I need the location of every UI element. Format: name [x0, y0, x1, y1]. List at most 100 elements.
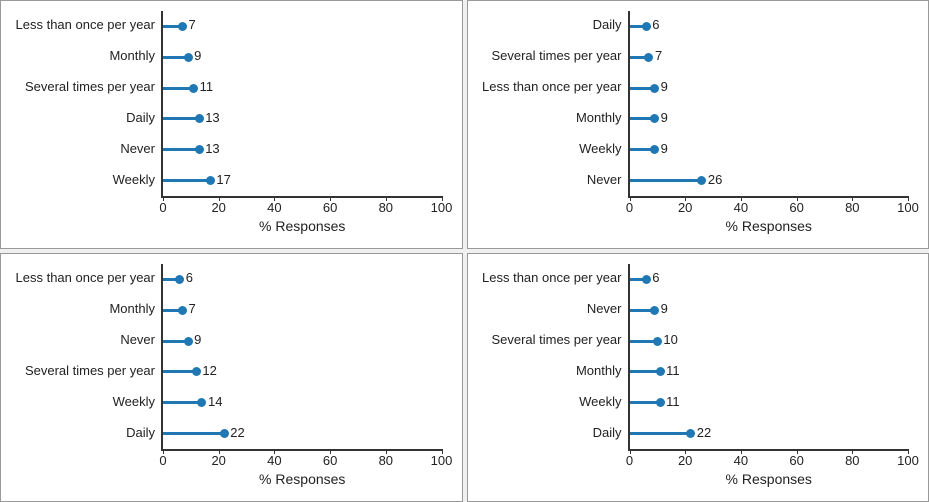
category-label: Daily — [593, 425, 622, 440]
value-label: 12 — [202, 363, 216, 378]
category-label: Never — [587, 172, 622, 187]
value-label: 13 — [205, 110, 219, 125]
x-tick-label: 100 — [431, 453, 453, 468]
x-tick-label: 100 — [431, 200, 453, 215]
category-label: Less than once per year — [16, 17, 155, 32]
lollipop-stem — [163, 117, 199, 120]
value-label: 9 — [661, 110, 668, 125]
value-label: 11 — [666, 394, 680, 409]
value-label: 22 — [230, 425, 244, 440]
chart-panel-3: % Responses 020406080100Less than once p… — [467, 253, 929, 502]
value-label: 9 — [194, 332, 201, 347]
lollipop-dot — [650, 306, 659, 315]
lollipop-dot — [178, 306, 187, 315]
x-tick-label: 0 — [159, 200, 166, 215]
category-label: Several times per year — [25, 363, 155, 378]
value-label: 22 — [697, 425, 711, 440]
x-tick-label: 20 — [211, 200, 225, 215]
x-tick-label: 80 — [379, 200, 393, 215]
x-tick-label: 80 — [379, 453, 393, 468]
category-label: Monthly — [109, 301, 155, 316]
plot-area: % Responses 020406080100Less than once p… — [628, 264, 909, 451]
value-label: 7 — [655, 48, 662, 63]
x-tick-label: 20 — [211, 453, 225, 468]
value-label: 17 — [216, 172, 230, 187]
category-label: Weekly — [579, 394, 621, 409]
category-label: Never — [120, 141, 155, 156]
lollipop-dot — [650, 114, 659, 123]
lollipop-dot — [656, 398, 665, 407]
value-label: 11 — [666, 363, 680, 378]
lollipop-dot — [197, 398, 206, 407]
category-label: Daily — [126, 425, 155, 440]
lollipop-stem — [163, 401, 202, 404]
lollipop-stem — [630, 432, 691, 435]
category-label: Less than once per year — [482, 270, 621, 285]
lollipop-stem — [630, 179, 702, 182]
category-label: Never — [120, 332, 155, 347]
lollipop-stem — [163, 179, 210, 182]
x-tick-label: 60 — [789, 453, 803, 468]
lollipop-dot — [644, 53, 653, 62]
x-tick-label: 0 — [626, 453, 633, 468]
lollipop-dot — [195, 114, 204, 123]
lollipop-dot — [192, 367, 201, 376]
lollipop-dot — [178, 22, 187, 31]
lollipop-dot — [184, 53, 193, 62]
x-tick-label: 60 — [789, 200, 803, 215]
lollipop-dot — [642, 275, 651, 284]
value-label: 9 — [661, 141, 668, 156]
value-label: 6 — [652, 270, 659, 285]
category-label: Daily — [126, 110, 155, 125]
lollipop-dot — [189, 84, 198, 93]
category-label: Monthly — [109, 48, 155, 63]
lollipop-dot — [206, 176, 215, 185]
category-label: Less than once per year — [482, 79, 621, 94]
lollipop-dot — [650, 145, 659, 154]
value-label: 14 — [208, 394, 222, 409]
x-tick-label: 100 — [897, 453, 919, 468]
lollipop-dot — [195, 145, 204, 154]
lollipop-dot — [220, 429, 229, 438]
x-tick-label: 60 — [323, 453, 337, 468]
x-tick-label: 80 — [845, 453, 859, 468]
x-tick-label: 40 — [267, 453, 281, 468]
value-label: 9 — [661, 79, 668, 94]
lollipop-dot — [642, 22, 651, 31]
value-label: 6 — [186, 270, 193, 285]
x-tick-label: 20 — [678, 453, 692, 468]
category-label: Weekly — [113, 394, 155, 409]
x-axis-label: % Responses — [259, 218, 345, 234]
lollipop-dot — [650, 84, 659, 93]
x-tick-label: 40 — [734, 200, 748, 215]
value-label: 6 — [652, 17, 659, 32]
category-label: Monthly — [576, 110, 622, 125]
value-label: 7 — [188, 301, 195, 316]
category-label: Never — [587, 301, 622, 316]
x-tick-label: 40 — [267, 200, 281, 215]
x-tick-label: 20 — [678, 200, 692, 215]
category-label: Several times per year — [491, 332, 621, 347]
x-tick-label: 40 — [734, 453, 748, 468]
value-label: 10 — [663, 332, 677, 347]
category-label: Weekly — [113, 172, 155, 187]
lollipop-dot — [175, 275, 184, 284]
value-label: 9 — [194, 48, 201, 63]
value-label: 26 — [708, 172, 722, 187]
lollipop-dot — [686, 429, 695, 438]
chart-panel-0: % Responses 020406080100Less than once p… — [0, 0, 463, 249]
lollipop-dot — [184, 337, 193, 346]
lollipop-stem — [163, 432, 224, 435]
lollipop-dot — [653, 337, 662, 346]
lollipop-dot — [656, 367, 665, 376]
x-tick-label: 0 — [159, 453, 166, 468]
category-label: Several times per year — [25, 79, 155, 94]
value-label: 7 — [188, 17, 195, 32]
value-label: 9 — [661, 301, 668, 316]
lollipop-dot — [697, 176, 706, 185]
category-label: Weekly — [579, 141, 621, 156]
category-label: Monthly — [576, 363, 622, 378]
value-label: 13 — [205, 141, 219, 156]
plot-area: % Responses 020406080100Daily6Several ti… — [628, 11, 909, 198]
plot-area: % Responses 020406080100Less than once p… — [161, 264, 442, 451]
